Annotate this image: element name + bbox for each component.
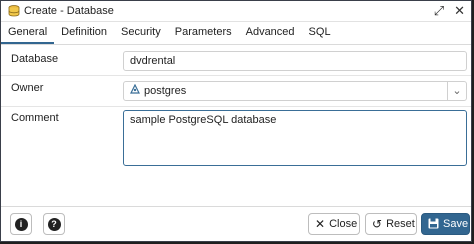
close-icon[interactable]: ✕ <box>454 3 465 19</box>
save-label: Save <box>443 218 469 230</box>
info-button[interactable]: i <box>10 213 32 235</box>
chevron-down-icon[interactable]: ⌄ <box>447 82 466 100</box>
help-icon: ? <box>47 217 61 231</box>
save-button[interactable]: Save <box>421 213 470 235</box>
database-input[interactable]: dvdrental <box>123 51 467 71</box>
database-label: Database <box>11 53 59 65</box>
save-icon <box>428 218 439 231</box>
user-icon <box>130 82 140 100</box>
tab-security[interactable]: Security <box>114 22 168 44</box>
tab-advanced[interactable]: Advanced <box>239 22 302 44</box>
tab-general[interactable]: General <box>1 22 55 44</box>
close-button[interactable]: ✕ Close <box>308 213 360 235</box>
dialog-title: Create - Database <box>24 5 114 17</box>
tab-definition[interactable]: Definition <box>54 22 114 44</box>
tab-sql[interactable]: SQL <box>302 22 338 44</box>
database-row: Database dvdrental <box>1 45 471 76</box>
comment-label: Comment <box>11 112 59 124</box>
dialog-footer: i ? ✕ Close ↺ Reset Save <box>1 206 471 241</box>
help-button[interactable]: ? <box>43 213 65 235</box>
info-icon: i <box>14 217 28 231</box>
comment-row: Comment sample PostgreSQL database <box>1 107 471 175</box>
database-icon <box>7 4 21 18</box>
dialog-titlebar[interactable]: Create - Database ⤢ ✕ <box>1 1 471 22</box>
close-label: Close <box>329 218 358 230</box>
reset-button[interactable]: ↺ Reset <box>365 213 417 235</box>
expand-icon[interactable]: ⤢ <box>434 3 444 19</box>
comment-textarea[interactable]: sample PostgreSQL database <box>123 110 467 166</box>
tab-bar: General Definition Security Parameters A… <box>1 22 471 45</box>
reset-label: Reset <box>386 218 415 230</box>
owner-row: Owner postgres ⌄ <box>1 76 471 107</box>
owner-label: Owner <box>11 82 44 94</box>
owner-value: postgres <box>144 85 187 97</box>
create-database-dialog: Create - Database ⤢ ✕ General Definition… <box>0 0 472 242</box>
owner-select[interactable]: postgres ⌄ <box>123 81 467 101</box>
close-x-icon: ✕ <box>315 217 326 231</box>
reset-icon: ↺ <box>372 217 383 231</box>
tab-parameters[interactable]: Parameters <box>168 22 239 44</box>
